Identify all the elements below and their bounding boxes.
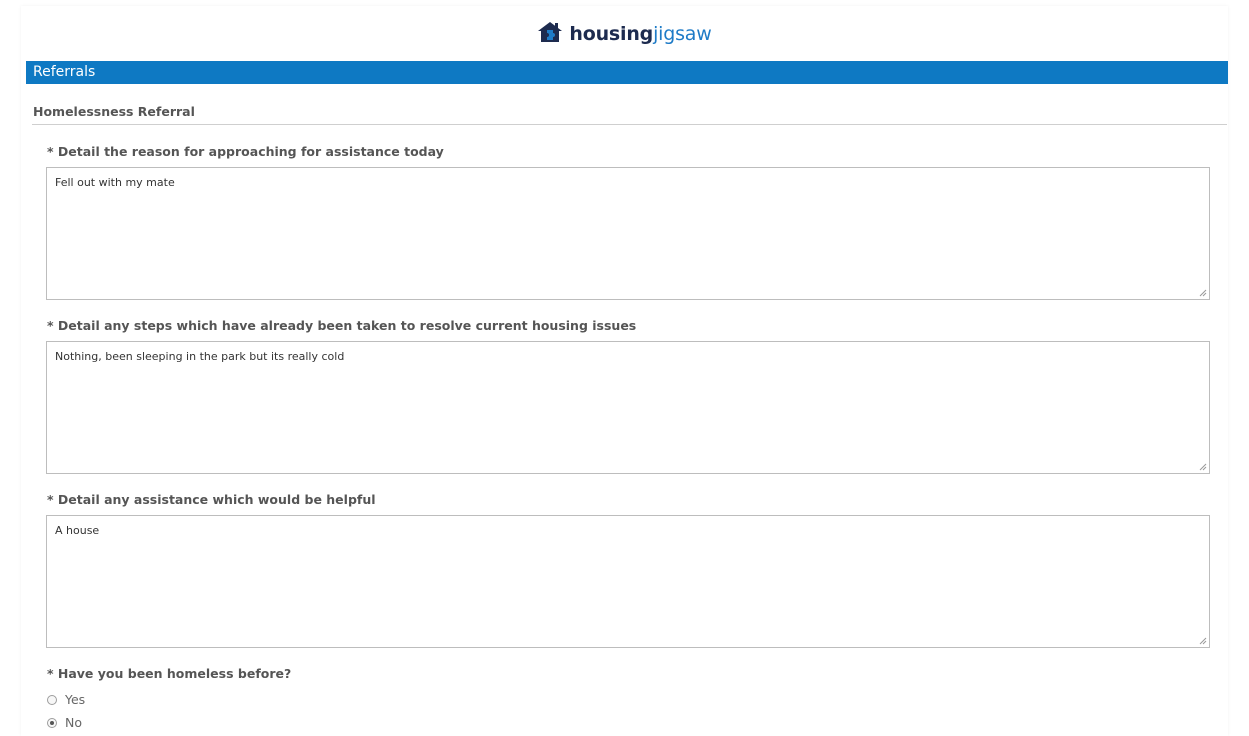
section-title-bar: Referrals bbox=[26, 61, 1228, 84]
question-label-steps: * Detail any steps which have already be… bbox=[47, 318, 637, 333]
radio-option-yes[interactable]: Yes bbox=[47, 692, 85, 707]
question-label-assistance: * Detail any assistance which would be h… bbox=[47, 492, 376, 507]
reason-text: Fell out with my mate bbox=[55, 176, 175, 189]
radio-button-yes[interactable] bbox=[47, 694, 57, 705]
radio-label-yes: Yes bbox=[65, 692, 86, 707]
question-label-reason: * Detail the reason for approaching for … bbox=[47, 144, 444, 159]
steps-textarea[interactable]: Nothing, been sleeping in the park but i… bbox=[46, 341, 1210, 474]
logo-text-light: jigsaw bbox=[653, 23, 712, 45]
radio-option-no[interactable]: No bbox=[47, 715, 82, 730]
form-subtitle: Homelessness Referral bbox=[32, 104, 1227, 125]
radio-button-no[interactable] bbox=[47, 717, 57, 728]
resize-handle-icon[interactable] bbox=[1198, 636, 1207, 645]
steps-text: Nothing, been sleeping in the park but i… bbox=[55, 350, 345, 363]
logo-text-bold: housing bbox=[569, 23, 654, 45]
form-container: housingjigsaw Referrals Homelessness Ref… bbox=[21, 6, 1228, 736]
question-label-homeless-before: * Have you been homeless before? bbox=[47, 666, 292, 681]
logo[interactable]: housingjigsaw bbox=[537, 21, 712, 47]
reason-textarea[interactable]: Fell out with my mate bbox=[46, 167, 1210, 300]
resize-handle-icon[interactable] bbox=[1198, 288, 1207, 297]
radio-label-no: No bbox=[65, 715, 82, 730]
assistance-text: A house bbox=[55, 524, 100, 537]
logo-text: housingjigsaw bbox=[569, 23, 711, 45]
house-puzzle-icon bbox=[537, 21, 563, 47]
header: housingjigsaw bbox=[21, 20, 1228, 48]
assistance-textarea[interactable]: A house bbox=[46, 515, 1210, 648]
page: housingjigsaw Referrals Homelessness Ref… bbox=[0, 0, 1249, 736]
resize-handle-icon[interactable] bbox=[1198, 462, 1207, 471]
